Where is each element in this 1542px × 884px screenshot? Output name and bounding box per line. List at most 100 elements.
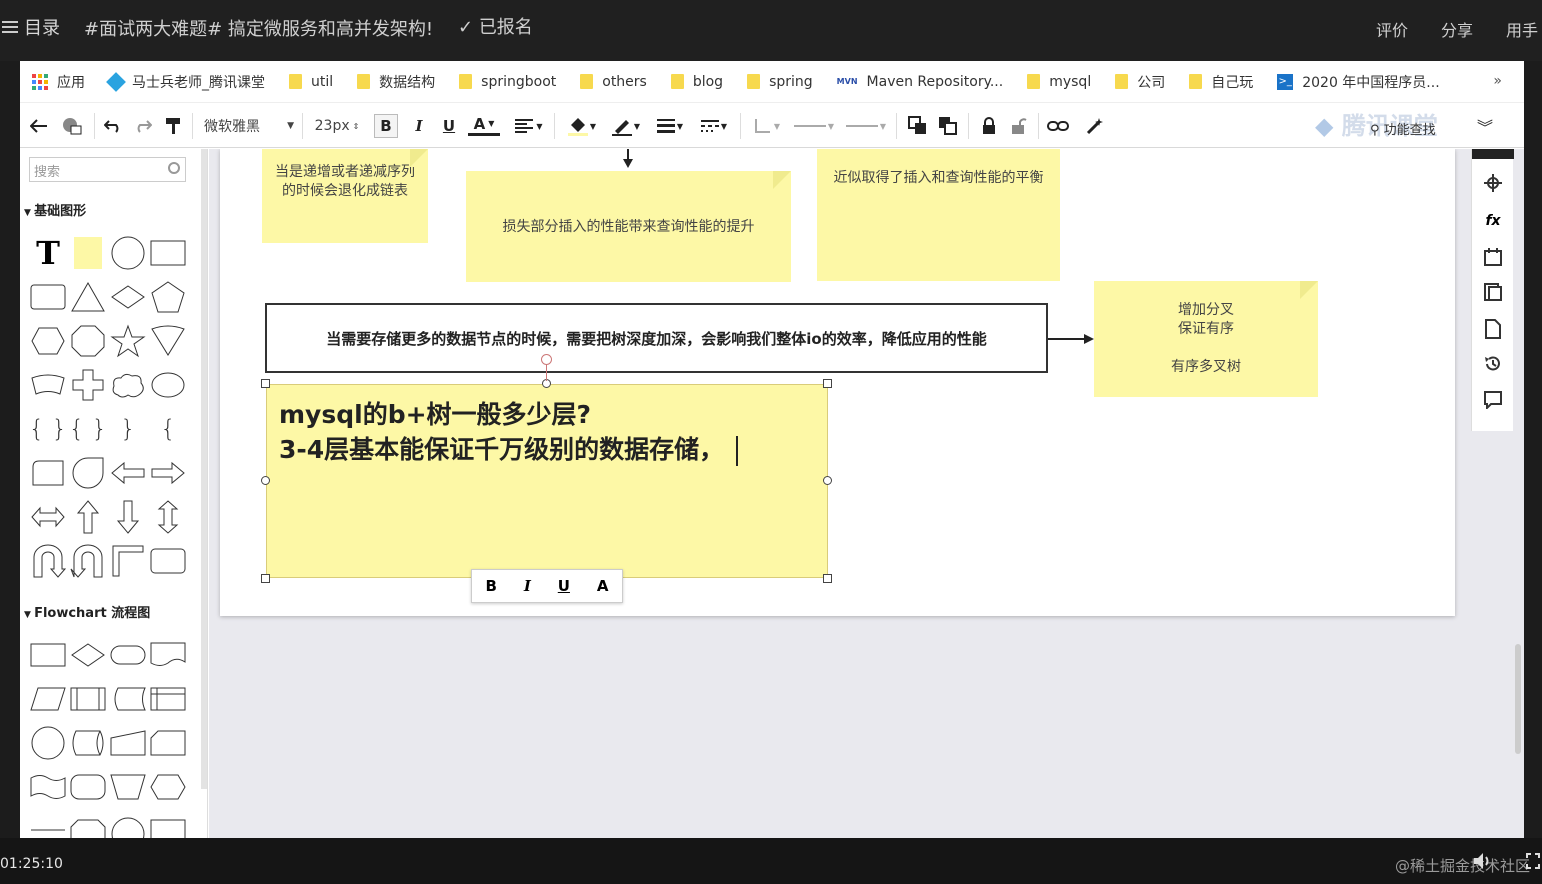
bookmark-item[interactable]: springboot [459, 74, 556, 90]
vertical-double-arrow-shape-icon[interactable] [148, 495, 188, 539]
align-button[interactable]: ▼ [512, 114, 546, 138]
hexagon-shape-icon[interactable] [28, 319, 68, 363]
start-arrow-button[interactable]: ▼ [792, 114, 836, 138]
octagon-shape-icon[interactable] [68, 319, 108, 363]
redo-icon[interactable] [132, 114, 154, 138]
diagram-canvas[interactable]: 当是递增或者递减序列的时候会退化成链表 损失部分插入的性能带来查询性能的提升 近… [209, 149, 1524, 838]
document-shape-icon[interactable] [148, 633, 188, 677]
right-arrow-shape-icon[interactable] [148, 451, 188, 495]
send-to-back-icon[interactable] [936, 114, 960, 138]
search-input[interactable]: 搜索 [29, 157, 186, 182]
popup-underline-button[interactable]: U [558, 577, 570, 595]
circle-shape-icon[interactable] [108, 231, 148, 275]
comment-icon[interactable] [1483, 390, 1503, 410]
bookmark-item[interactable]: 自己玩 [1189, 72, 1253, 92]
left-brace-shape-icon[interactable]: { [148, 407, 188, 451]
bold-button[interactable]: B [374, 114, 398, 138]
resize-handle[interactable] [823, 379, 832, 388]
cross-shape-icon[interactable] [68, 363, 108, 407]
pentagon-shape-icon[interactable] [148, 275, 188, 319]
rotate-handle[interactable] [541, 354, 552, 365]
underline-button[interactable]: U [438, 114, 460, 138]
end-arrow-button[interactable]: ▼ [844, 114, 888, 138]
popup-color-button[interactable]: A [597, 577, 609, 595]
link-icon[interactable] [1046, 114, 1070, 138]
resize-handle[interactable] [823, 476, 832, 485]
bookmark-item[interactable]: 应用 [32, 72, 85, 92]
undo-icon[interactable] [102, 114, 124, 138]
unlock-icon[interactable] [1008, 114, 1030, 138]
sidebar-scrollbar[interactable] [201, 149, 207, 789]
text-shape-icon[interactable]: T [28, 231, 68, 275]
data-shape-icon[interactable] [28, 677, 68, 721]
u-turn-arrow-shape-icon[interactable] [28, 539, 68, 583]
font-size-select[interactable]: 23px ⇕ [312, 114, 362, 138]
preparation-shape-icon[interactable] [148, 765, 188, 809]
navigator-icon[interactable] [1483, 173, 1503, 193]
card-shape-icon[interactable] [148, 721, 188, 765]
sticky-note-degenerate[interactable]: 当是递增或者递减序列的时候会退化成链表 [262, 149, 428, 243]
left-arrow-shape-icon[interactable] [108, 451, 148, 495]
diamond-shape-icon[interactable] [108, 275, 148, 319]
down-arrow-shape-icon[interactable] [108, 495, 148, 539]
font-color-button[interactable]: A ▼ [468, 114, 500, 136]
process-shape-icon[interactable] [28, 633, 68, 677]
mobile-button[interactable]: 用手 [1506, 17, 1538, 41]
decision-shape-icon[interactable] [68, 633, 108, 677]
back-icon[interactable] [28, 114, 50, 138]
bookmark-item[interactable]: mysql [1027, 74, 1091, 90]
connector-type-button[interactable]: ▼ [750, 114, 784, 138]
function-find-button[interactable]: ⚲ 功能查找 [1370, 119, 1436, 138]
note-editing-text[interactable]: mysql的b+树一般多少层? 3-4层基本能保证千万级别的数据存储， [279, 397, 739, 467]
magic-wand-icon[interactable] [1084, 114, 1106, 138]
rounded-rectangle-shape-icon[interactable] [148, 539, 188, 583]
line-width-button[interactable]: ▼ [652, 114, 688, 138]
triangle-shape-icon[interactable] [68, 275, 108, 319]
italic-button[interactable]: I [408, 114, 430, 138]
terminator-shape-icon[interactable] [108, 633, 148, 677]
banner-shape-icon[interactable] [28, 363, 68, 407]
punched-tape-shape-icon[interactable] [28, 765, 68, 809]
bookmark-item[interactable]: MVN Maven Repository... [837, 74, 1004, 90]
bookmark-item[interactable]: util [289, 74, 333, 90]
format-panel-icon[interactable] [60, 114, 84, 138]
collapse-toolbar-icon[interactable]: ︾ [1476, 114, 1494, 138]
ellipse-shape-icon[interactable] [148, 363, 188, 407]
flowchart-header[interactable]: ▼ Flowchart 流程图 [24, 602, 150, 621]
fullscreen-icon[interactable] [1526, 853, 1540, 869]
lock-icon[interactable] [978, 114, 1000, 138]
rate-button[interactable]: 评价 [1376, 17, 1408, 41]
share-button[interactable]: 分享 [1441, 17, 1473, 41]
bookmark-item[interactable]: others [580, 74, 647, 90]
corner-shape-icon[interactable] [108, 539, 148, 583]
predefined-process-shape-icon[interactable] [68, 677, 108, 721]
resize-handle[interactable] [261, 379, 270, 388]
delay-shape-icon[interactable] [68, 765, 108, 809]
popup-italic-button[interactable]: I [524, 577, 531, 595]
bookmark-item[interactable]: >_ 2020 年中国程序员... [1277, 72, 1440, 92]
fill-color-button[interactable]: ▼ [564, 114, 600, 138]
sticky-note-tradeoff[interactable]: 损失部分插入的性能带来查询性能的提升 [466, 171, 791, 282]
star-shape-icon[interactable] [108, 319, 148, 363]
canvas-scrollbar[interactable] [1515, 644, 1521, 754]
bracket-pair-shape-icon[interactable]: { } [68, 407, 108, 451]
right-arrow-connector[interactable] [1048, 331, 1096, 347]
up-arrow-shape-icon[interactable] [68, 495, 108, 539]
bookmark-item[interactable]: 公司 [1115, 72, 1165, 92]
right-brace-shape-icon[interactable]: } [108, 407, 148, 451]
rectangle-shape-icon[interactable] [148, 231, 188, 275]
formula-icon[interactable]: fx [1483, 211, 1503, 231]
sticky-note-branching[interactable]: 增加分叉 保证有序 有序多叉树 [1094, 281, 1318, 397]
line-style-button[interactable]: ▼ [696, 114, 732, 138]
resize-handle[interactable] [261, 574, 270, 583]
bookmark-item[interactable]: 马士兵老师_腾讯课堂 [106, 71, 265, 92]
popup-bold-button[interactable]: B [485, 577, 496, 595]
stored-data-shape-icon[interactable] [108, 677, 148, 721]
funnel-shape-icon[interactable] [148, 319, 188, 363]
bookmark-item[interactable]: spring [747, 74, 813, 90]
rounded-tab-shape-icon[interactable] [28, 451, 68, 495]
sticky-note-balance[interactable]: 近似取得了插入和查询性能的平衡 [817, 149, 1060, 281]
bend-arrow-shape-icon[interactable] [68, 539, 108, 583]
bookmark-item[interactable]: blog [670, 74, 723, 90]
basic-shapes-header[interactable]: ▼ 基础图形 [24, 200, 86, 219]
